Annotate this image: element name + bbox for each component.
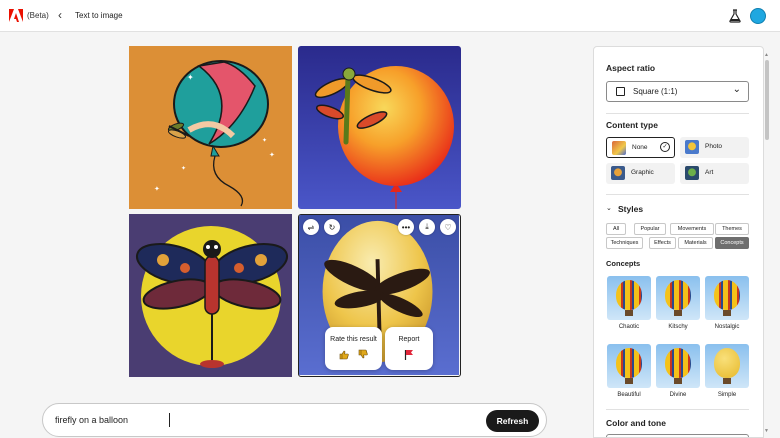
color-and-tone-title: Color and tone (606, 418, 666, 428)
content-type-label: Photo (705, 143, 722, 150)
concept-thumbnail (607, 344, 651, 388)
concept-thumbnail (607, 276, 651, 320)
rate-result-popover: Rate this result (325, 327, 382, 370)
chip-materials[interactable]: Materials (678, 237, 713, 249)
aspect-ratio-value: Square (1:1) (633, 87, 678, 96)
concept-thumbnail (705, 344, 749, 388)
divider (606, 409, 749, 410)
concept-label: Divine (669, 392, 687, 398)
graphic-thumbnail (611, 166, 625, 180)
divider (606, 194, 749, 195)
concept-thumbnail (656, 344, 700, 388)
report-label: Report (398, 336, 420, 343)
rate-result-label: Rate this result (330, 336, 377, 343)
thumbs-up-icon[interactable] (339, 350, 349, 360)
result-image-1[interactable]: ✦ ✦ ✦ ✦ ✦ (129, 46, 292, 209)
chevron-down-icon[interactable]: ⌄ (606, 204, 612, 212)
svg-text:✦: ✦ (262, 137, 267, 144)
thumbs-down-icon[interactable] (358, 349, 368, 359)
photo-thumbnail (685, 140, 699, 154)
scroll-up-icon[interactable]: ▲ (764, 52, 769, 58)
more-options-icon[interactable]: ••• (398, 219, 414, 235)
content-type-label: None (632, 144, 648, 151)
aspect-ratio-title: Aspect ratio (606, 63, 656, 73)
svg-text:✦: ✦ (154, 185, 160, 193)
breadcrumb-title: Text to image (75, 11, 123, 20)
aspect-ratio-select[interactable]: Square (1:1) ⌄ (606, 81, 749, 102)
result-image-2[interactable] (298, 46, 461, 209)
beta-flask-icon[interactable] (729, 9, 741, 23)
concept-thumbnail (705, 276, 749, 320)
compare-icon[interactable]: ⇌ (303, 219, 319, 235)
adobe-logo-icon[interactable] (9, 9, 23, 22)
concept-label: Chaotic (618, 324, 640, 330)
square-icon (616, 87, 625, 96)
concept-divine[interactable]: Divine (656, 344, 700, 398)
chevron-down-icon: ⌄ (732, 84, 741, 95)
check-icon: ✓ (660, 142, 670, 152)
chip-popular[interactable]: Popular (634, 223, 666, 235)
settings-panel: Aspect ratio Square (1:1) ⌄ Content type… (593, 46, 764, 438)
art-thumbnail (685, 166, 699, 180)
chip-concepts[interactable]: Concepts (715, 237, 749, 249)
svg-text:✦: ✦ (187, 73, 194, 82)
svg-text:✦: ✦ (269, 151, 275, 159)
favorite-heart-icon[interactable]: ♡ (440, 219, 456, 235)
content-type-label: Graphic (631, 169, 654, 176)
panel-scrollbar[interactable] (765, 60, 769, 140)
concept-thumbnail (656, 276, 700, 320)
concepts-title: Concepts (606, 259, 641, 268)
styles-title[interactable]: Styles (618, 204, 643, 214)
download-icon[interactable]: ⤓ (419, 219, 435, 235)
content-type-graphic[interactable]: Graphic (606, 163, 675, 184)
report-flag-icon[interactable] (404, 349, 414, 360)
chip-themes[interactable]: Themes (715, 223, 749, 235)
chip-all[interactable]: All (606, 223, 626, 235)
app-header: (Beta) ‹ Text to image (0, 0, 780, 32)
prompt-input[interactable]: firefly on a balloon Refresh (42, 403, 547, 437)
report-popover[interactable]: Report (385, 327, 433, 370)
content-type-title: Content type (606, 120, 658, 130)
content-type-photo[interactable]: Photo (680, 137, 749, 158)
prompt-text[interactable]: firefly on a balloon (55, 415, 128, 425)
concept-label: Simple (717, 392, 737, 398)
user-avatar[interactable] (750, 8, 766, 24)
text-caret (169, 413, 170, 427)
chip-effects[interactable]: Effects (649, 237, 676, 249)
concept-label: Kitschy (668, 324, 688, 330)
result-image-3[interactable] (129, 214, 292, 377)
svg-text:✦: ✦ (181, 165, 186, 172)
concept-chaotic[interactable]: Chaotic (607, 276, 651, 330)
divider (606, 113, 749, 114)
beta-label: (Beta) (27, 11, 49, 20)
chip-techniques[interactable]: Techniques (606, 237, 643, 249)
concept-beautiful[interactable]: Beautiful (607, 344, 651, 398)
concept-kitschy[interactable]: Kitschy (656, 276, 700, 330)
refresh-button[interactable]: Refresh (486, 410, 539, 432)
concept-nostalgic[interactable]: Nostalgic (705, 276, 749, 330)
refresh-variation-icon[interactable]: ↻ (324, 219, 340, 235)
chip-movements[interactable]: Movements (670, 223, 714, 235)
color-tone-select[interactable] (606, 434, 749, 437)
concept-simple[interactable]: Simple (705, 344, 749, 398)
content-type-none[interactable]: None ✓ (606, 137, 675, 158)
concept-label: Beautiful (617, 392, 641, 398)
back-chevron-icon[interactable]: ‹ (58, 8, 62, 22)
content-type-label: Art (705, 169, 714, 176)
none-thumbnail (612, 141, 626, 155)
content-type-art[interactable]: Art (680, 163, 749, 184)
scroll-down-icon[interactable]: ▼ (764, 428, 769, 434)
concept-label: Nostalgic (714, 324, 740, 330)
